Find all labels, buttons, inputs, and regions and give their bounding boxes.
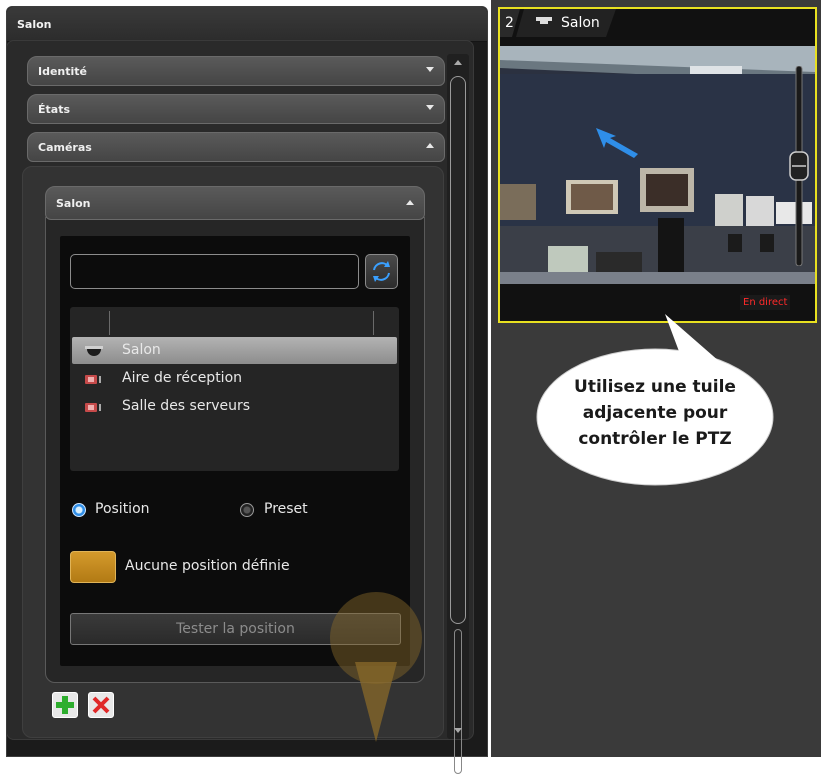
vertical-scrollbar[interactable] [447, 54, 469, 774]
position-radio-label: Position [95, 501, 150, 517]
list-item[interactable]: Salon [72, 337, 397, 364]
camera-name: Salle des serveurs [122, 398, 251, 414]
camera-name: Salon [122, 342, 161, 358]
preset-radio-label: Preset [264, 501, 308, 517]
position-status-text: Aucune position définie [125, 558, 290, 574]
camera-search-input[interactable] [70, 254, 359, 289]
dome-camera-icon [85, 346, 103, 356]
panel-header: Salon [7, 7, 487, 42]
camera-name: Aire de réception [122, 370, 243, 386]
accordion-cameras[interactable]: Caméras [27, 132, 445, 162]
callout-line: Utilisez une tuile [574, 377, 736, 397]
accordion-label: Caméras [38, 141, 92, 154]
accordion-label: États [38, 103, 71, 116]
list-item[interactable]: Aire de réception [72, 365, 397, 392]
tile-camera-title: Salon [561, 15, 600, 31]
scrollbar-thumb[interactable] [450, 76, 466, 624]
close-icon [92, 696, 110, 714]
pointer-marker-icon [330, 592, 422, 742]
preset-radio[interactable] [240, 503, 254, 517]
accordion-label: Identité [38, 65, 88, 78]
chevron-down-icon [426, 67, 434, 72]
scroll-down-icon[interactable] [454, 728, 462, 733]
camera-entry-title: Salon [56, 197, 91, 210]
refresh-button[interactable] [365, 254, 398, 289]
column-divider [373, 311, 374, 335]
position-color-swatch[interactable] [70, 551, 116, 583]
accordion-etats[interactable]: États [27, 94, 445, 124]
panel-title: Salon [17, 18, 52, 31]
zoom-slider[interactable] [788, 66, 810, 266]
plus-icon [56, 696, 74, 714]
refresh-icon [373, 261, 390, 282]
scrollbar-track [454, 629, 462, 774]
callout-text: Utilisez une tuile adjacente pour contrô… [545, 374, 765, 452]
ptz-camera-icon [85, 403, 101, 412]
callout-line: contrôler le PTZ [578, 429, 732, 449]
camera-entry-header[interactable]: Salon [45, 186, 425, 220]
live-status-badge: En direct [740, 295, 791, 310]
chevron-down-icon [426, 105, 434, 110]
list-item[interactable]: Salle des serveurs [72, 393, 397, 420]
list-header [70, 307, 399, 335]
column-divider [109, 311, 110, 335]
camera-video-feed[interactable] [500, 46, 815, 284]
position-radio[interactable] [72, 503, 86, 517]
add-button[interactable] [52, 692, 78, 718]
ptz-camera-icon [85, 375, 101, 384]
scroll-up-icon[interactable] [454, 60, 462, 65]
accordion-identite[interactable]: Identité [27, 56, 445, 86]
chevron-up-icon [406, 200, 414, 205]
camera-list: Salon Aire de réception Salle des serveu… [70, 307, 399, 471]
callout-line: adjacente pour [582, 403, 728, 423]
delete-button[interactable] [88, 692, 114, 718]
tile-number: 2 [505, 15, 514, 31]
chevron-up-icon [426, 143, 434, 148]
